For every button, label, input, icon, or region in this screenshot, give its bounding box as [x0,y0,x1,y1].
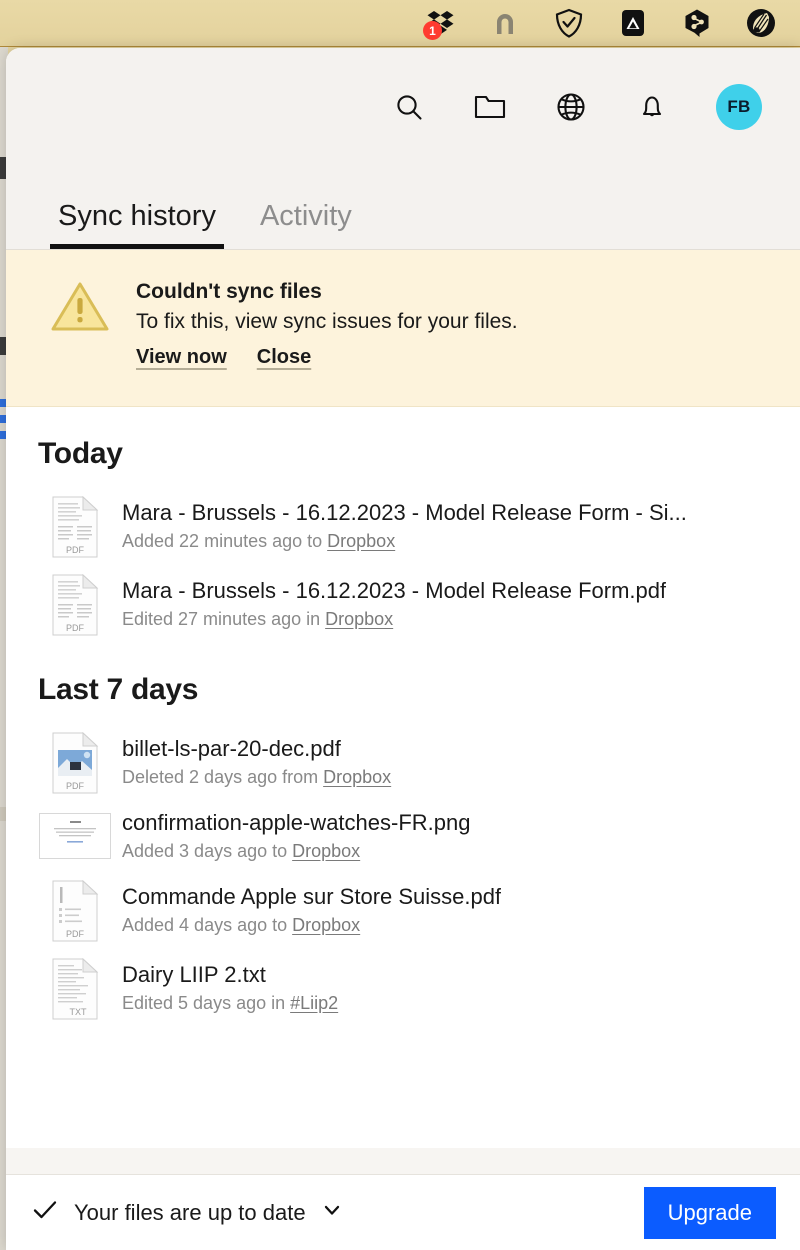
svg-text:PDF: PDF [66,623,85,633]
file-action: Edited 5 days ago in [122,993,291,1013]
section-title-today: Today [38,437,123,470]
file-name: billet-ls-par-20-dec.pdf [122,736,341,761]
pdf-document-icon: PDF [50,732,100,794]
file-location[interactable]: Dropbox [292,915,360,935]
tab-activity[interactable]: Activity [238,202,374,249]
file-subtitle: Added 4 days ago to Dropbox [122,915,501,936]
file-subtitle: Deleted 2 days ago from Dropbox [122,767,391,788]
txt-document-icon: TXT [50,958,100,1020]
pdf-document-icon: PDF [50,574,100,636]
svg-text:PDF: PDF [66,929,85,939]
tab-sync-history[interactable]: Sync history [36,202,238,249]
file-subtitle: Edited 27 minutes ago in Dropbox [122,609,666,630]
pdf-document-icon: PDF [50,496,100,558]
status-text: Your files are up to date [74,1199,306,1225]
list-item[interactable]: confirmation-apple-watches-FR.png Added … [6,801,800,871]
dropbox-panel: FB Sync history Activity Couldn't sync f… [6,48,800,1250]
file-location[interactable]: Dropbox [325,609,393,629]
avatar[interactable]: FB [716,84,762,130]
file-subtitle: Edited 5 days ago in #Liip2 [122,993,338,1014]
file-name: Mara - Brussels - 16.12.2023 - Model Rel… [122,500,687,525]
warning-triangle-icon [50,276,110,339]
dropbox-badge-count: 1 [423,21,442,40]
section-title-last-7-days: Last 7 days [38,673,199,706]
folder-icon[interactable] [473,90,507,124]
upgrade-button[interactable]: Upgrade [643,1186,776,1239]
search-icon[interactable] [392,90,426,124]
svg-text:TXT: TXT [70,1007,88,1017]
sync-status[interactable]: Your files are up to date [32,1197,342,1228]
globe-icon[interactable] [554,90,588,124]
file-location[interactable]: Dropbox [292,841,360,861]
file-subtitle: Added 3 days ago to Dropbox [122,841,471,862]
sync-history-list[interactable]: Today PDF Mara - Brussels - 16.12.2023 -… [6,407,800,1148]
file-action: Edited 27 minutes ago in [122,609,326,629]
svg-text:PDF: PDF [66,545,85,555]
file-location[interactable]: #Liip2 [290,993,338,1013]
file-location[interactable]: Dropbox [327,531,395,551]
file-action: Added 3 days ago to [122,841,293,861]
svg-text:PDF: PDF [66,781,85,791]
banner-actions: View now Close [136,346,518,369]
banner-title: Couldn't sync files [136,280,322,303]
affinity-tray-icon[interactable] [616,6,650,40]
file-action: Added 22 minutes ago to [122,531,328,551]
file-action: Deleted 2 days ago from [122,767,324,787]
tab-bar: Sync history Activity [6,152,800,250]
file-name: Mara - Brussels - 16.12.2023 - Model Rel… [122,578,667,603]
feather-circle-tray-icon[interactable] [744,6,778,40]
file-action: Added 4 days ago to [122,915,293,935]
file-subtitle: Added 22 minutes ago to Dropbox [122,531,687,552]
magnet-tray-icon[interactable] [488,6,522,40]
sync-error-banner: Couldn't sync files To fix this, view sy… [6,250,800,407]
list-item[interactable]: TXT Dairy LIIP 2.txt Edited 5 days ago i… [6,949,800,1027]
list-item[interactable]: PDF billet-ls-par-20-dec.pdf Deleted 2 d… [6,723,800,801]
panel-toolbar: FB [6,48,800,152]
file-name: Commande Apple sur Store Suisse.pdf [122,884,502,909]
list-item[interactable]: PDF Mara - Brussels - 16.12.2023 - Model… [6,565,800,643]
system-menu-bar: 1 [0,0,800,47]
view-now-button[interactable]: View now [136,346,227,369]
file-name: Dairy LIIP 2.txt [122,962,266,987]
list-item[interactable]: PDF Commande Apple sur Store Suisse.pdf … [6,871,800,949]
list-fade-overlay [6,1078,800,1148]
close-banner-button[interactable]: Close [257,346,311,369]
file-location[interactable]: Dropbox [323,767,391,787]
checkmark-icon [32,1197,58,1228]
file-name: confirmation-apple-watches-FR.png [122,810,471,835]
shield-check-tray-icon[interactable] [552,6,586,40]
chevron-down-icon[interactable] [322,1200,342,1225]
banner-description: To fix this, view sync issues for your f… [136,310,518,333]
desktop-background: 1 FB Sync history Activity Couldn't sync… [0,0,800,1250]
panel-footer: Your files are up to date Upgrade [6,1174,800,1250]
bell-icon[interactable] [635,90,669,124]
list-item[interactable]: PDF Mara - Brussels - 16.12.2023 - Model… [6,487,800,565]
dropbox-tray-icon[interactable]: 1 [423,6,458,40]
pdf-document-icon: PDF [50,880,100,942]
share-node-tray-icon[interactable] [680,6,714,40]
image-thumbnail-icon [39,813,111,859]
